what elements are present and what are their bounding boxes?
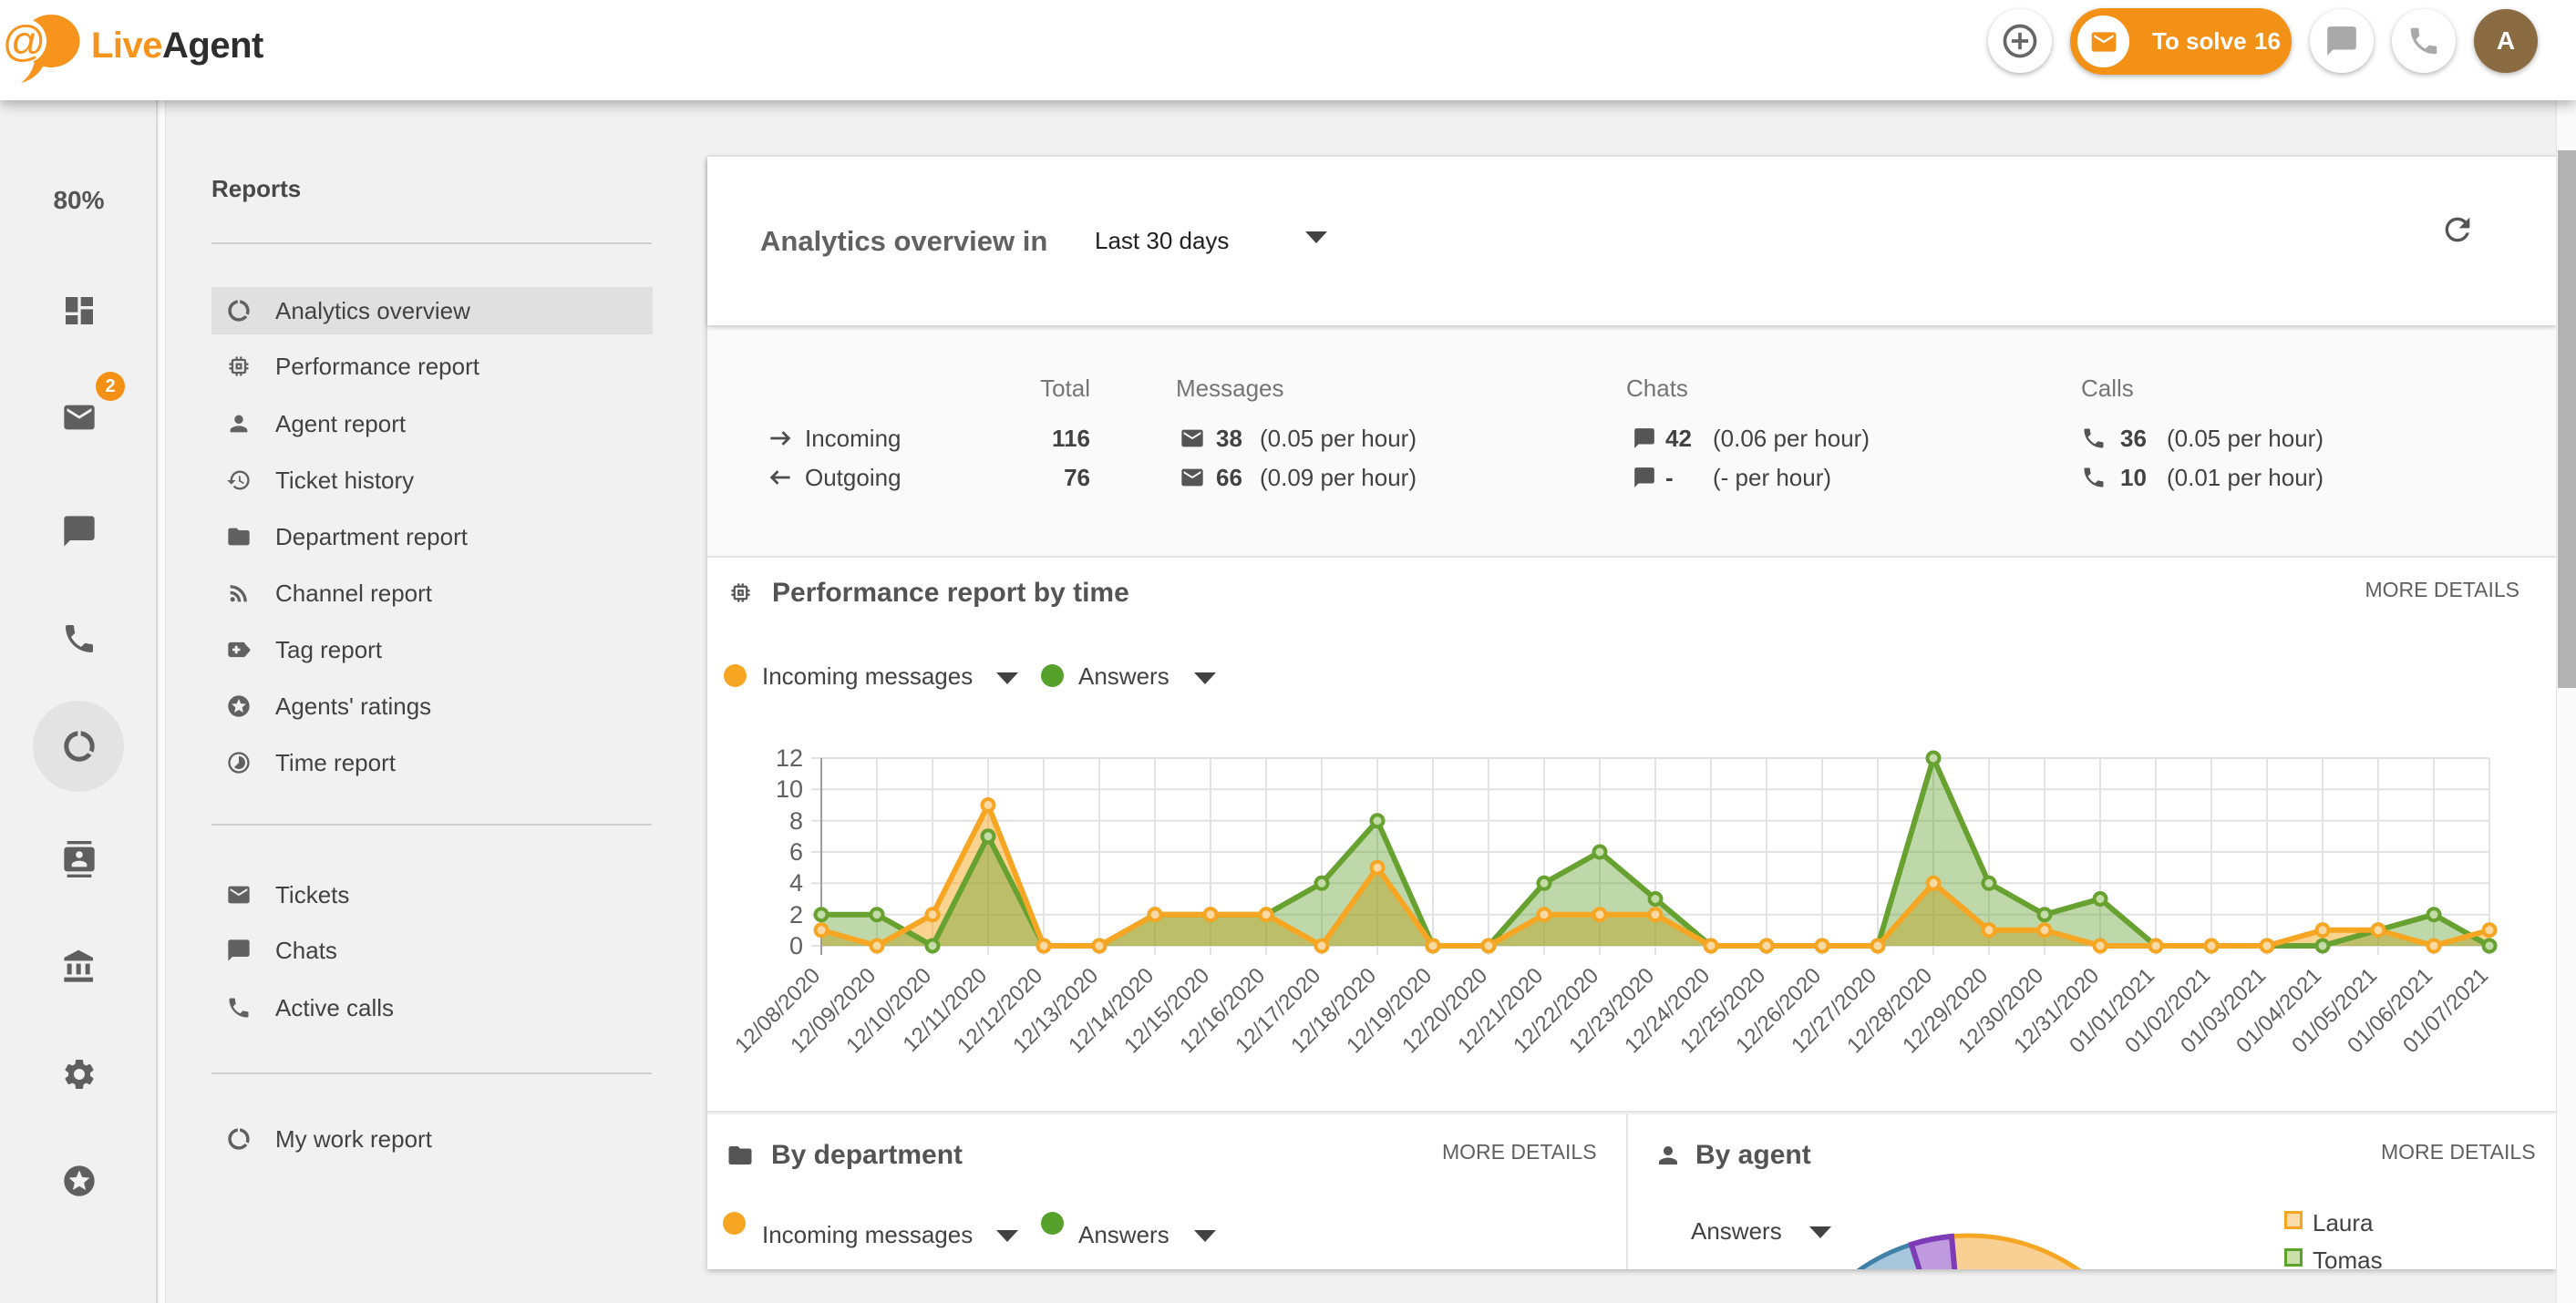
svg-text:6: 6: [789, 838, 803, 866]
svg-text:8: 8: [789, 807, 803, 835]
svg-text:12: 12: [776, 744, 803, 772]
svg-text:0: 0: [789, 932, 803, 959]
svg-text:2: 2: [789, 901, 803, 929]
svg-text:4: 4: [789, 869, 803, 897]
svg-text:10: 10: [776, 775, 803, 803]
svg-text:@: @: [3, 17, 46, 66]
